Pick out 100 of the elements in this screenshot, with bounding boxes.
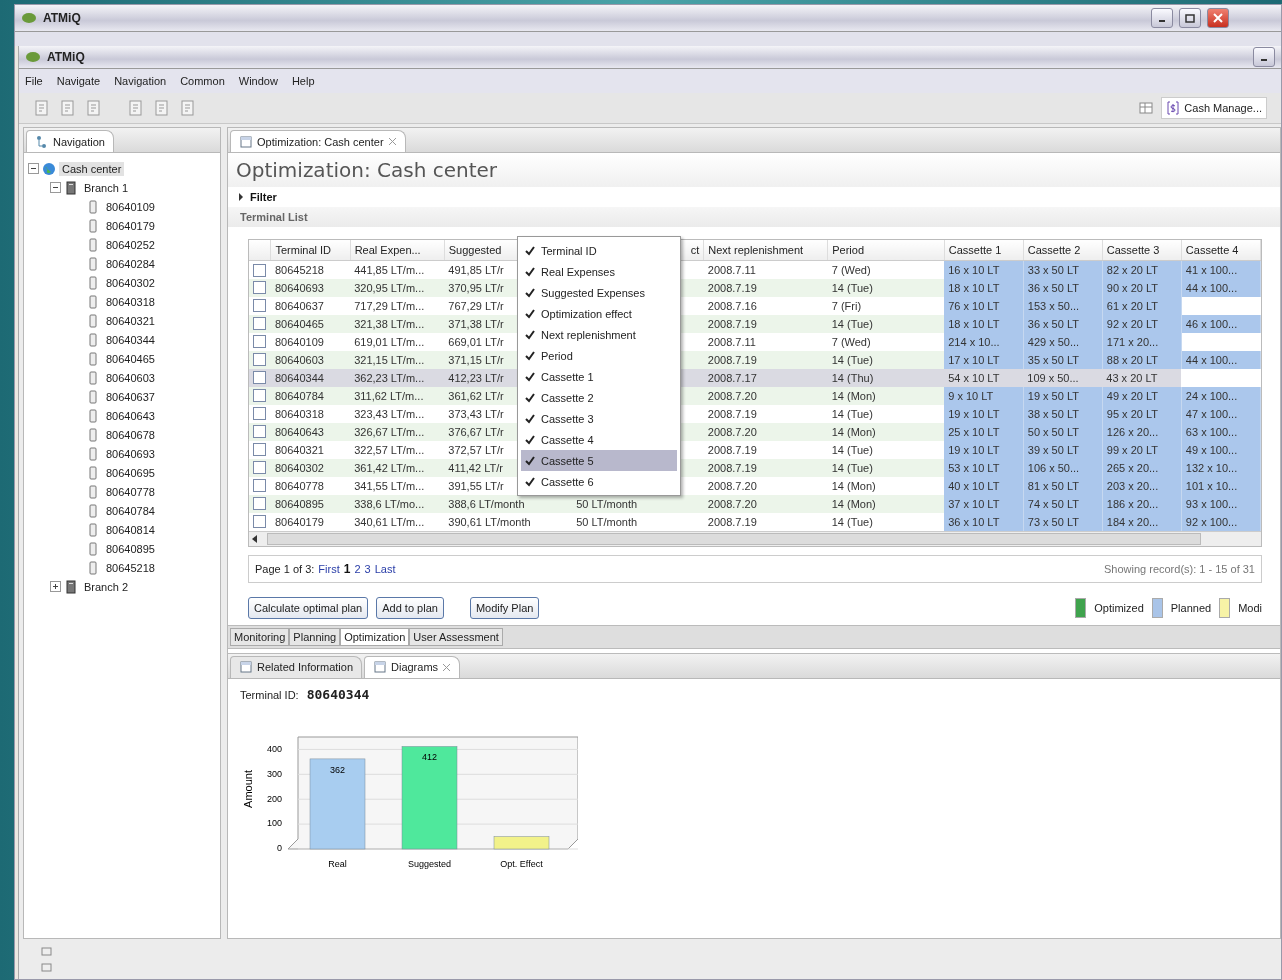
expand-toggle[interactable] [50,581,61,592]
collapse-toggle[interactable] [28,163,39,174]
tree-item[interactable]: 80640344 [103,332,158,347]
tree-item[interactable]: 80640643 [103,408,158,423]
menu-item[interactable]: Navigation [114,75,167,87]
view-tab[interactable]: Related Information [230,655,362,678]
row-checkbox[interactable] [253,407,266,421]
tree-item[interactable]: 80640778 [103,484,158,499]
menu-item[interactable]: Cassette 3 [521,408,677,429]
column-header[interactable]: Cassette 4 [1181,240,1261,261]
row-checkbox[interactable] [253,389,266,403]
menu-item[interactable]: Help [291,75,315,87]
row-checkbox[interactable] [253,281,266,295]
column-header[interactable]: Real Expen... [350,240,445,261]
tree-item[interactable]: Branch 2 [81,579,132,594]
minimize-button[interactable] [1151,8,1173,28]
terminal-icon [86,446,100,461]
tree-item[interactable]: 80640318 [103,294,158,309]
page-link[interactable]: Last [374,562,396,575]
column-header[interactable]: Cassette 3 [1102,240,1182,261]
menu-item[interactable]: Cassette 1 [521,366,677,387]
column-header[interactable]: Period [827,240,945,261]
tree-item[interactable]: 80640695 [103,465,158,480]
close-icon [1213,13,1223,23]
table-cell: 2008.7.19 [703,314,828,333]
close-icon[interactable] [387,137,397,146]
terminal-icon [86,218,100,233]
column-header[interactable]: Next replenishment [703,240,828,261]
modify-button[interactable]: Modify Plan [469,596,540,619]
tree-item[interactable]: 80640179 [103,218,158,233]
menu-item[interactable]: File [25,75,43,87]
tree-item[interactable]: 80640603 [103,370,158,385]
tree-item[interactable]: 80640678 [103,427,158,442]
tree-item[interactable]: Cash center [59,161,125,176]
row-checkbox[interactable] [253,425,266,439]
row-checkbox[interactable] [253,263,266,277]
row-checkbox[interactable] [253,461,266,475]
column-header[interactable]: Terminal ID [270,240,351,261]
menu-item[interactable]: Real Expenses [521,261,677,282]
view-tab[interactable]: Diagrams [364,655,461,678]
page-link[interactable]: 3 [364,562,371,575]
tree-item[interactable]: 80640814 [103,522,158,537]
row-checkbox[interactable] [253,497,266,511]
editor-tab[interactable]: Optimization: Cash center [230,130,406,152]
tree-item[interactable]: 80640895 [103,541,158,556]
expand-arrow-icon[interactable] [238,193,244,201]
menu-item[interactable]: Period [521,345,677,366]
page-link[interactable]: First [318,562,340,575]
page-link[interactable]: 1 [343,561,351,576]
menu-item[interactable]: Next replenishment [521,324,677,345]
column-header[interactable]: Cassette 2 [1023,240,1103,261]
menu-item[interactable]: Cassette 6 [521,471,677,492]
perspective-button[interactable]: Cash Manage... [1161,97,1267,119]
tab[interactable]: User Assessment [409,627,503,646]
minimize-button[interactable] [1253,47,1275,67]
row-checkbox[interactable] [253,299,266,313]
menu-item[interactable]: Navigate [56,75,101,87]
column-header[interactable]: Cassette 1 [944,240,1024,261]
row-checkbox[interactable] [253,443,266,457]
tree-item[interactable]: 80640302 [103,275,158,290]
row-checkbox[interactable] [253,371,266,385]
row-checkbox[interactable] [253,335,266,349]
menu-item[interactable]: Cassette 4 [521,429,677,450]
row-checkbox[interactable] [253,515,266,529]
row-checkbox[interactable] [253,317,266,331]
status-icon[interactable] [41,945,53,957]
tab[interactable]: Planning [289,627,341,646]
close-button[interactable] [1207,8,1229,28]
row-checkbox[interactable] [253,353,266,367]
tab[interactable]: Optimization [340,627,410,646]
tree-item[interactable]: 80640693 [103,446,158,461]
page-link[interactable]: 2 [354,562,361,575]
menu-item[interactable]: Window [238,75,278,87]
menu-item[interactable]: Suggested Expenses [521,282,677,303]
scrollbar-thumb[interactable] [267,532,1201,545]
tab[interactable]: Monitoring [230,627,290,646]
menu-item[interactable]: Cassette 5 [521,450,677,471]
tree-item[interactable]: 80640321 [103,313,158,328]
menu-item[interactable]: Cassette 2 [521,387,677,408]
add-button[interactable]: Add to plan [376,596,444,619]
tree-item[interactable]: Branch 1 [81,180,132,195]
view-tab[interactable]: Navigation [26,130,114,152]
menu-item-label: Cassette 6 [541,475,594,488]
tree-item[interactable]: 80640284 [103,256,158,271]
tree-item[interactable]: 80640252 [103,237,158,252]
tree-item[interactable]: 80645218 [103,560,158,575]
menu-item[interactable]: Common [180,75,225,87]
row-checkbox[interactable] [253,479,266,493]
calculate-button[interactable]: Calculate optimal plan [248,596,369,619]
tree-item[interactable]: 80640465 [103,351,158,366]
maximize-button[interactable] [1179,8,1201,28]
table-cell: 14 (Tue) [827,350,945,369]
tree-item[interactable]: 80640637 [103,389,158,404]
open-perspective-icon[interactable] [1139,101,1154,115]
tree-item[interactable]: 80640109 [103,199,158,214]
tree-item[interactable]: 80640784 [103,503,158,518]
close-icon[interactable] [442,662,452,672]
menu-item[interactable]: Optimization effect [521,303,677,324]
status-icon[interactable] [41,961,53,973]
collapse-toggle[interactable] [50,182,61,193]
